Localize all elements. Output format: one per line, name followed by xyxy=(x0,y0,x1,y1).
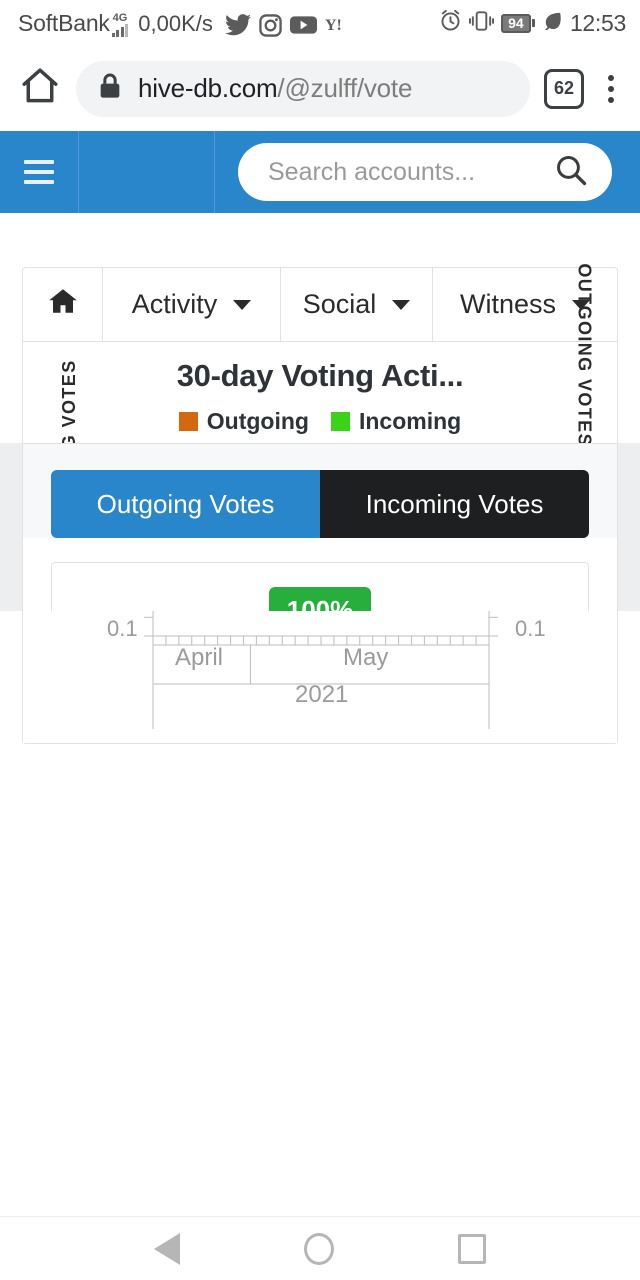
url-bar[interactable]: hive-db.com/@zulff/vote xyxy=(76,60,530,117)
tab-social[interactable]: Social xyxy=(281,268,433,341)
recents-square-icon[interactable] xyxy=(458,1233,486,1264)
carrier-label: SoftBank xyxy=(18,9,110,36)
vote-percent-badge: 100% xyxy=(268,587,372,611)
profile-nav-tabs: Activity Social Witness xyxy=(23,268,617,342)
tab-social-label: Social xyxy=(302,289,377,319)
legend-item-outgoing: Outgoing xyxy=(178,408,309,435)
tab-count-label: 62 xyxy=(553,78,575,98)
lock-icon xyxy=(98,72,122,105)
tab-home[interactable] xyxy=(23,268,103,341)
back-triangle-icon[interactable] xyxy=(154,1232,180,1265)
tab-witness-label: Witness xyxy=(459,289,557,319)
network-indicator: 4G xyxy=(111,11,129,37)
legend-swatch-outgoing xyxy=(178,412,198,431)
chart-title: 30-day Voting Acti... xyxy=(176,358,464,393)
vote-toggle-container: Outgoing Votes Incoming Votes xyxy=(23,443,617,538)
legend-swatch-incoming xyxy=(330,412,350,431)
battery-level-label: 94 xyxy=(500,13,531,33)
battery-icon: 94 xyxy=(500,13,535,33)
youtube-icon xyxy=(289,15,317,35)
alarm-icon xyxy=(439,9,462,37)
vibrate-icon xyxy=(468,10,494,37)
clock-label: 12:53 xyxy=(569,9,626,36)
x-month-label-may: May xyxy=(343,644,389,671)
tab-counter-button[interactable]: 62 xyxy=(544,68,584,109)
y2-axis-title: OUTGOING VOTES xyxy=(575,263,595,447)
kebab-menu-icon[interactable] xyxy=(598,69,624,109)
twitter-icon xyxy=(224,14,251,36)
hamburger-icon[interactable] xyxy=(0,160,78,184)
toggle-outgoing-votes[interactable]: Outgoing Votes xyxy=(51,470,320,538)
search-input[interactable]: Search accounts... xyxy=(238,143,612,201)
chart-legend: Outgoing Incoming xyxy=(23,408,617,435)
network-type-label: 4G xyxy=(112,11,128,24)
search-icon[interactable] xyxy=(554,153,588,192)
url-domain: hive-db.com xyxy=(138,73,278,103)
x-month-label-april: April xyxy=(175,644,224,671)
vote-meta: 100% 1 year ago xyxy=(78,587,562,611)
home-icon[interactable] xyxy=(18,64,62,113)
home-circle-icon[interactable] xyxy=(304,1232,334,1265)
home-icon xyxy=(48,287,78,322)
x-year-label: 2021 xyxy=(295,681,349,708)
url-text: hive-db.com/@zulff/vote xyxy=(138,73,412,104)
votes-section: Outgoing Votes Incoming Votes 100% 1 yea… xyxy=(0,443,640,611)
browser-toolbar: hive-db.com/@zulff/vote 62 xyxy=(0,46,640,131)
legend-item-incoming: Incoming xyxy=(330,408,462,435)
votes-sheet: Outgoing Votes Incoming Votes 100% 1 yea… xyxy=(22,443,618,611)
legend-label-incoming: Incoming xyxy=(358,408,462,434)
search-container: Search accounts... xyxy=(238,143,612,201)
vote-entry-card: 100% 1 year ago @zulff voted on cara-men… xyxy=(51,562,589,611)
page-content: Activity Social Witness 30-day Voting Ac… xyxy=(0,213,640,744)
legend-label-outgoing: Outgoing xyxy=(206,408,309,434)
vote-direction-toggle: Outgoing Votes Incoming Votes xyxy=(51,470,589,538)
data-speed-label: 0,00K/s xyxy=(138,10,213,36)
status-bar-right: 94 12:53 xyxy=(439,9,626,37)
chevron-down-icon xyxy=(233,299,252,310)
search-placeholder: Search accounts... xyxy=(268,157,476,186)
android-status-bar: SoftBank 4G 0,00K/s Y! 94 12:53 xyxy=(0,0,640,46)
tab-activity-label: Activity xyxy=(131,289,218,319)
status-bar-left: SoftBank 4G 0,00K/s Y! xyxy=(18,10,439,37)
tab-activity[interactable]: Activity xyxy=(103,268,281,341)
signal-bars-icon xyxy=(111,23,129,37)
yahoo-icon: Y! xyxy=(325,15,349,35)
chevron-down-icon xyxy=(392,299,411,310)
android-nav-bar xyxy=(0,1216,640,1280)
svg-text:Y!: Y! xyxy=(325,17,342,34)
power-saving-leaf-icon xyxy=(542,10,563,36)
toggle-incoming-votes[interactable]: Incoming Votes xyxy=(320,470,589,538)
url-path: /@zulff/vote xyxy=(277,73,413,103)
notification-icons: Y! xyxy=(224,13,349,37)
site-header: Search accounts... xyxy=(0,131,640,213)
instagram-icon xyxy=(259,13,282,37)
